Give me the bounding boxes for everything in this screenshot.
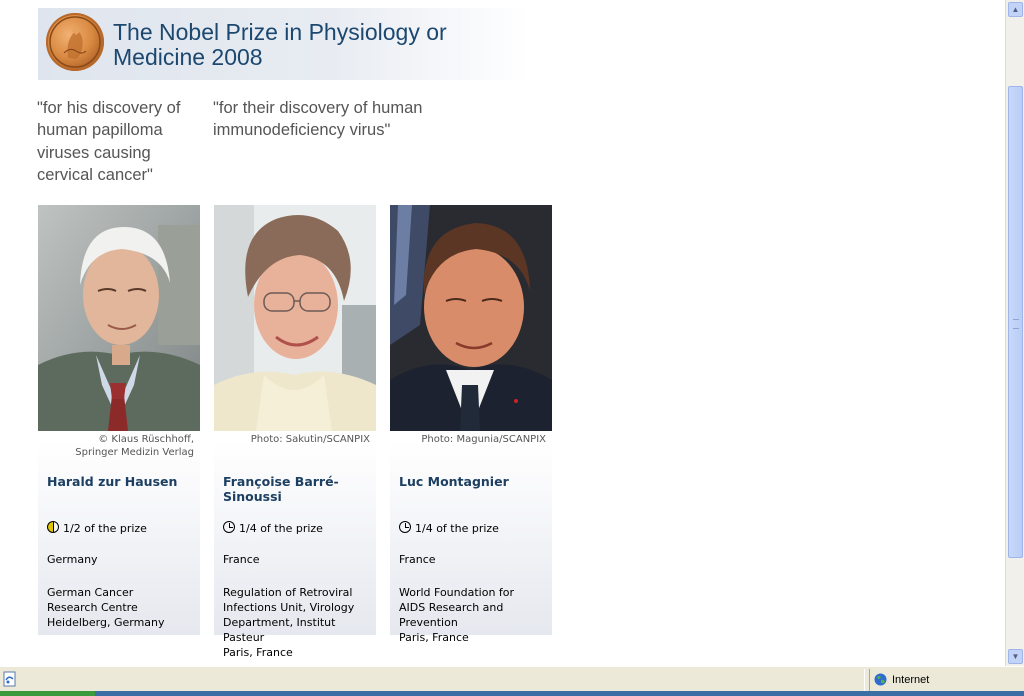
laureate-photo[interactable]: [390, 205, 552, 431]
laureate-affiliation: Regulation of Retroviral Infections Unit…: [223, 586, 355, 659]
laureate-country: Germany: [47, 553, 98, 566]
laureate-affiliation: World Foundation for AIDS Research and P…: [399, 586, 515, 644]
vertical-scrollbar[interactable]: ▲ ▼: [1005, 0, 1024, 666]
scroll-thumb[interactable]: [1008, 86, 1023, 558]
security-zone[interactable]: Internet: [870, 669, 1024, 691]
laureate-photo[interactable]: [214, 205, 376, 431]
chevron-up-icon: ▲: [1011, 5, 1020, 14]
nobel-medal-icon: [46, 13, 104, 71]
page-content: The Nobel Prize in Physiology or Medicin…: [0, 0, 1005, 666]
prize-share: 1/4 of the prize: [399, 521, 499, 535]
prize-share: 1/2 of the prize: [47, 521, 147, 535]
status-main-pane: [0, 669, 865, 691]
quarter-share-icon: [399, 521, 411, 533]
status-bar: Internet: [0, 666, 1024, 696]
laureate-card-montagnier: Photo: Magunia/SCANPIX Luc Montagnier 1/…: [390, 205, 552, 644]
prize-share-label: 1/4 of the prize: [415, 522, 499, 535]
start-strip: [0, 691, 95, 696]
laureate-name[interactable]: Luc Montagnier: [399, 474, 544, 489]
scroll-up-button[interactable]: ▲: [1008, 2, 1023, 17]
photo-credit: © Klaus Rüschhoff, Springer Medizin Verl…: [75, 434, 194, 458]
laureate-card-zur-hausen: © Klaus Rüschhoff, Springer Medizin Verl…: [38, 205, 200, 635]
scroll-down-button[interactable]: ▼: [1008, 649, 1023, 664]
quarter-share-icon: [223, 521, 235, 533]
photo-credit: Photo: Magunia/SCANPIX: [421, 434, 546, 445]
laureate-photo[interactable]: [38, 205, 200, 431]
prize-share-label: 1/4 of the prize: [239, 522, 323, 535]
laureate-country: France: [223, 553, 260, 566]
prize-share-label: 1/2 of the prize: [63, 522, 147, 535]
prize-share: 1/4 of the prize: [223, 521, 323, 535]
half-share-icon: [47, 521, 59, 533]
security-zone-label: Internet: [892, 674, 930, 686]
motivation-text-1: "for his discovery of human papilloma vi…: [37, 99, 181, 184]
chevron-down-icon: ▼: [1011, 652, 1020, 661]
scroll-grip-icon: [1013, 319, 1019, 329]
taskbar-strip: [0, 691, 1024, 696]
laureate-affiliation: German Cancer Research Centre Heidelberg…: [47, 586, 165, 629]
laureate-card-barre-sinoussi: Photo: Sakutin/SCANPIX Françoise Barré-S…: [214, 205, 376, 659]
photo-credit: Photo: Sakutin/SCANPIX: [250, 434, 370, 445]
laureate-name[interactable]: Françoise Barré-Sinoussi: [223, 474, 368, 504]
laureate-name[interactable]: Harald zur Hausen: [47, 474, 192, 489]
motivation-text-2: "for their discovery of human immunodefi…: [213, 99, 423, 140]
page-icon: [3, 671, 16, 687]
internet-globe-icon: [874, 673, 887, 686]
laureate-country: France: [399, 553, 436, 566]
page-title: The Nobel Prize in Physiology or Medicin…: [113, 19, 447, 70]
